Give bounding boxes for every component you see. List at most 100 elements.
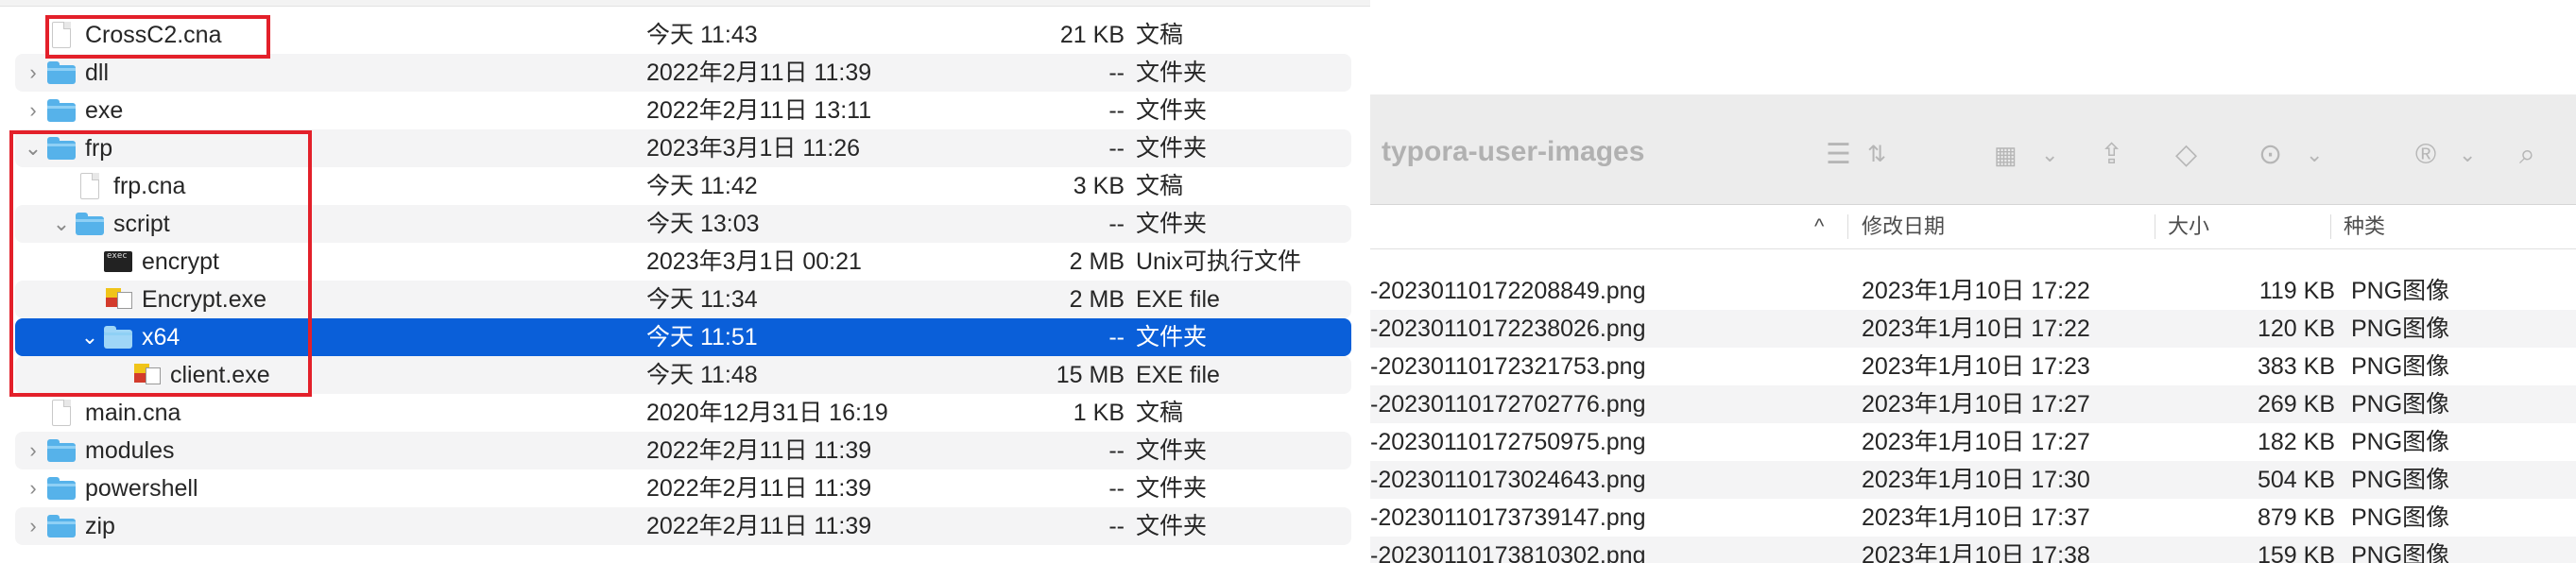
image-file-row[interactable]: -20230110172321753.png 2023年1月10日 17:23 38… (1370, 348, 2576, 385)
folder-icon (45, 475, 77, 502)
disclosure-collapsed-icon[interactable]: › (23, 54, 43, 92)
file-name: frp.cna (113, 173, 186, 199)
list-view-icon[interactable]: ☰ (1826, 136, 1851, 174)
file-name: -20230110172750975.png (1370, 429, 1646, 455)
registered-icon[interactable]: ® (2415, 136, 2436, 174)
search-icon[interactable]: ⌕ (2519, 136, 2535, 174)
file-row[interactable]: frp.cna 今天 11:42 3 KB 文稿 (15, 167, 1351, 205)
file-name: -20230110172321753.png (1370, 353, 1646, 380)
tag-icon[interactable]: ◇ (2175, 136, 2197, 174)
file-name: frp (85, 135, 113, 162)
file-row[interactable]: ⌄ frp 2023年3月1日 11:26 -- 文件夹 (15, 129, 1351, 167)
file-name: -20230110173810302.png (1370, 542, 1646, 563)
file-date: 今天 13:03 (646, 211, 760, 237)
file-name: encrypt (142, 248, 219, 275)
image-file-row[interactable]: -20230110173739147.png 2023年1月10日 17:37 87… (1370, 499, 2576, 537)
file-date: 今天 11:48 (646, 362, 758, 388)
file-kind: 文稿 (1136, 173, 1184, 199)
file-kind: 文件夹 (1136, 437, 1208, 464)
file-kind: PNG图像 (2351, 316, 2450, 342)
folder-icon (45, 437, 77, 464)
sort-chevrons-icon[interactable]: ⇅ (1867, 136, 1886, 174)
file-row[interactable]: main.cna 2020年12月31日 16:19 1 KB 文稿 (15, 394, 1351, 432)
file-row[interactable]: ⌄ x64 今天 11:51 -- 文件夹 (15, 318, 1351, 356)
file-kind: PNG图像 (2351, 278, 2450, 304)
file-row[interactable]: Encrypt.exe 今天 11:34 2 MB EXE file (15, 281, 1351, 318)
file-size: -- (1108, 135, 1125, 162)
file-date: 2022年2月11日 11:39 (646, 513, 872, 539)
disclosure-expanded-icon[interactable]: ⌄ (23, 129, 43, 167)
file-date: 2023年1月10日 17:22 (1862, 316, 2090, 342)
chevron-down-icon[interactable]: ⌄ (2306, 136, 2323, 174)
document-icon (74, 173, 106, 199)
column-kind[interactable]: 种类 (2344, 205, 2385, 248)
file-date: 2022年2月11日 11:39 (646, 475, 872, 502)
file-date: 2023年3月1日 11:26 (646, 135, 861, 162)
image-file-row[interactable]: -20230110173810302.png 2023年1月10日 17:38 15… (1370, 537, 2576, 563)
column-date[interactable]: 修改日期 (1862, 205, 1945, 248)
image-file-row[interactable]: -20230110172702776.png 2023年1月10日 17:27 26… (1370, 385, 2576, 423)
file-row[interactable]: › zip 2022年2月11日 11:39 -- 文件夹 (15, 507, 1351, 545)
file-size: -- (1108, 475, 1125, 502)
image-file-row[interactable]: -20230110172238026.png 2023年1月10日 17:22 12… (1370, 310, 2576, 348)
disclosure-collapsed-icon[interactable]: › (23, 432, 43, 469)
file-name: powershell (85, 475, 198, 502)
file-name: -20230110173739147.png (1370, 504, 1646, 531)
left-finder-window: CrossC2.cna 今天 11:43 21 KB 文稿 › dll 2022年2月11日… (0, 0, 1370, 563)
file-kind: EXE file (1136, 362, 1220, 388)
disclosure-collapsed-icon[interactable]: › (23, 507, 43, 545)
file-size: 21 KB (1059, 22, 1125, 48)
file-size: -- (1108, 513, 1125, 539)
grid-view-icon[interactable]: ▦ (1994, 136, 2018, 174)
file-row[interactable]: › dll 2022年2月11日 11:39 -- 文件夹 (15, 54, 1351, 92)
image-file-row[interactable]: -20230110172750975.png 2023年1月10日 17:27 18… (1370, 423, 2576, 461)
file-kind: PNG图像 (2351, 353, 2450, 380)
file-row[interactable]: › exe 2022年2月11日 13:11 -- 文件夹 (15, 92, 1351, 129)
file-date: 2022年2月11日 13:11 (646, 97, 872, 124)
file-date: 2023年1月10日 17:37 (1862, 504, 2090, 531)
file-kind: PNG图像 (2351, 391, 2450, 418)
file-row[interactable]: exec encrypt 2023年3月1日 00:21 2 MB Unix可执行文件 (15, 243, 1351, 281)
disclosure-expanded-icon[interactable]: ⌄ (51, 205, 72, 243)
folder-icon (45, 97, 77, 124)
sort-indicator[interactable]: ^ (1814, 205, 1824, 248)
document-icon (45, 400, 77, 426)
image-file-row[interactable]: -20230110173024643.png 2023年1月10日 17:30 50… (1370, 461, 2576, 499)
file-kind: 文稿 (1136, 400, 1184, 426)
file-size: 120 KB (2257, 316, 2335, 342)
right-finder-window: typora-user-images ☰ ⇅ ▦ ⌄ ⇪ ◇ ⊙ ⌄ ® ⌄ ⌕… (1370, 0, 2576, 563)
disclosure-collapsed-icon[interactable]: › (23, 92, 43, 129)
image-file-row[interactable]: -20230110172208849.png 2023年1月10日 17:22 11… (1370, 272, 2576, 310)
file-row[interactable]: client.exe 今天 11:48 15 MB EXE file (15, 356, 1351, 394)
file-date: 今天 11:51 (646, 324, 758, 350)
file-row[interactable]: CrossC2.cna 今天 11:43 21 KB 文稿 (15, 16, 1351, 54)
file-name: -20230110173024643.png (1370, 467, 1646, 493)
column-size[interactable]: 大小 (2168, 205, 2209, 248)
file-row[interactable]: › powershell 2022年2月11日 11:39 -- 文件夹 (15, 469, 1351, 507)
file-date: 2022年2月11日 11:39 (646, 437, 872, 464)
disclosure-expanded-icon[interactable]: ⌄ (79, 318, 100, 356)
file-size: -- (1108, 97, 1125, 124)
file-name: Encrypt.exe (142, 286, 267, 313)
file-name: x64 (142, 324, 180, 350)
column-header: ^ 修改日期 大小 种类 (1370, 205, 2576, 249)
file-name: zip (85, 513, 115, 539)
file-date: 2023年1月10日 17:22 (1862, 278, 2090, 304)
disclosure-collapsed-icon[interactable]: › (23, 469, 43, 507)
file-kind: EXE file (1136, 286, 1220, 313)
chevron-down-icon[interactable]: ⌄ (2041, 136, 2058, 174)
file-size: 2 MB (1069, 286, 1125, 313)
file-date: 2023年3月1日 00:21 (646, 248, 862, 275)
file-date: 2022年2月11日 11:39 (646, 60, 872, 86)
file-name: -20230110172238026.png (1370, 316, 1646, 342)
file-size: 383 KB (2257, 353, 2335, 380)
file-kind: 文件夹 (1136, 475, 1208, 502)
share-icon[interactable]: ⇪ (2100, 136, 2123, 174)
file-date: 2023年1月10日 17:27 (1862, 429, 2090, 455)
file-date: 2020年12月31日 16:19 (646, 400, 888, 426)
more-icon[interactable]: ⊙ (2258, 136, 2282, 174)
file-row[interactable]: › modules 2022年2月11日 11:39 -- 文件夹 (15, 432, 1351, 469)
file-row[interactable]: ⌄ script 今天 13:03 -- 文件夹 (15, 205, 1351, 243)
file-size: 2 MB (1069, 248, 1125, 275)
chevron-down-icon[interactable]: ⌄ (2459, 136, 2476, 174)
